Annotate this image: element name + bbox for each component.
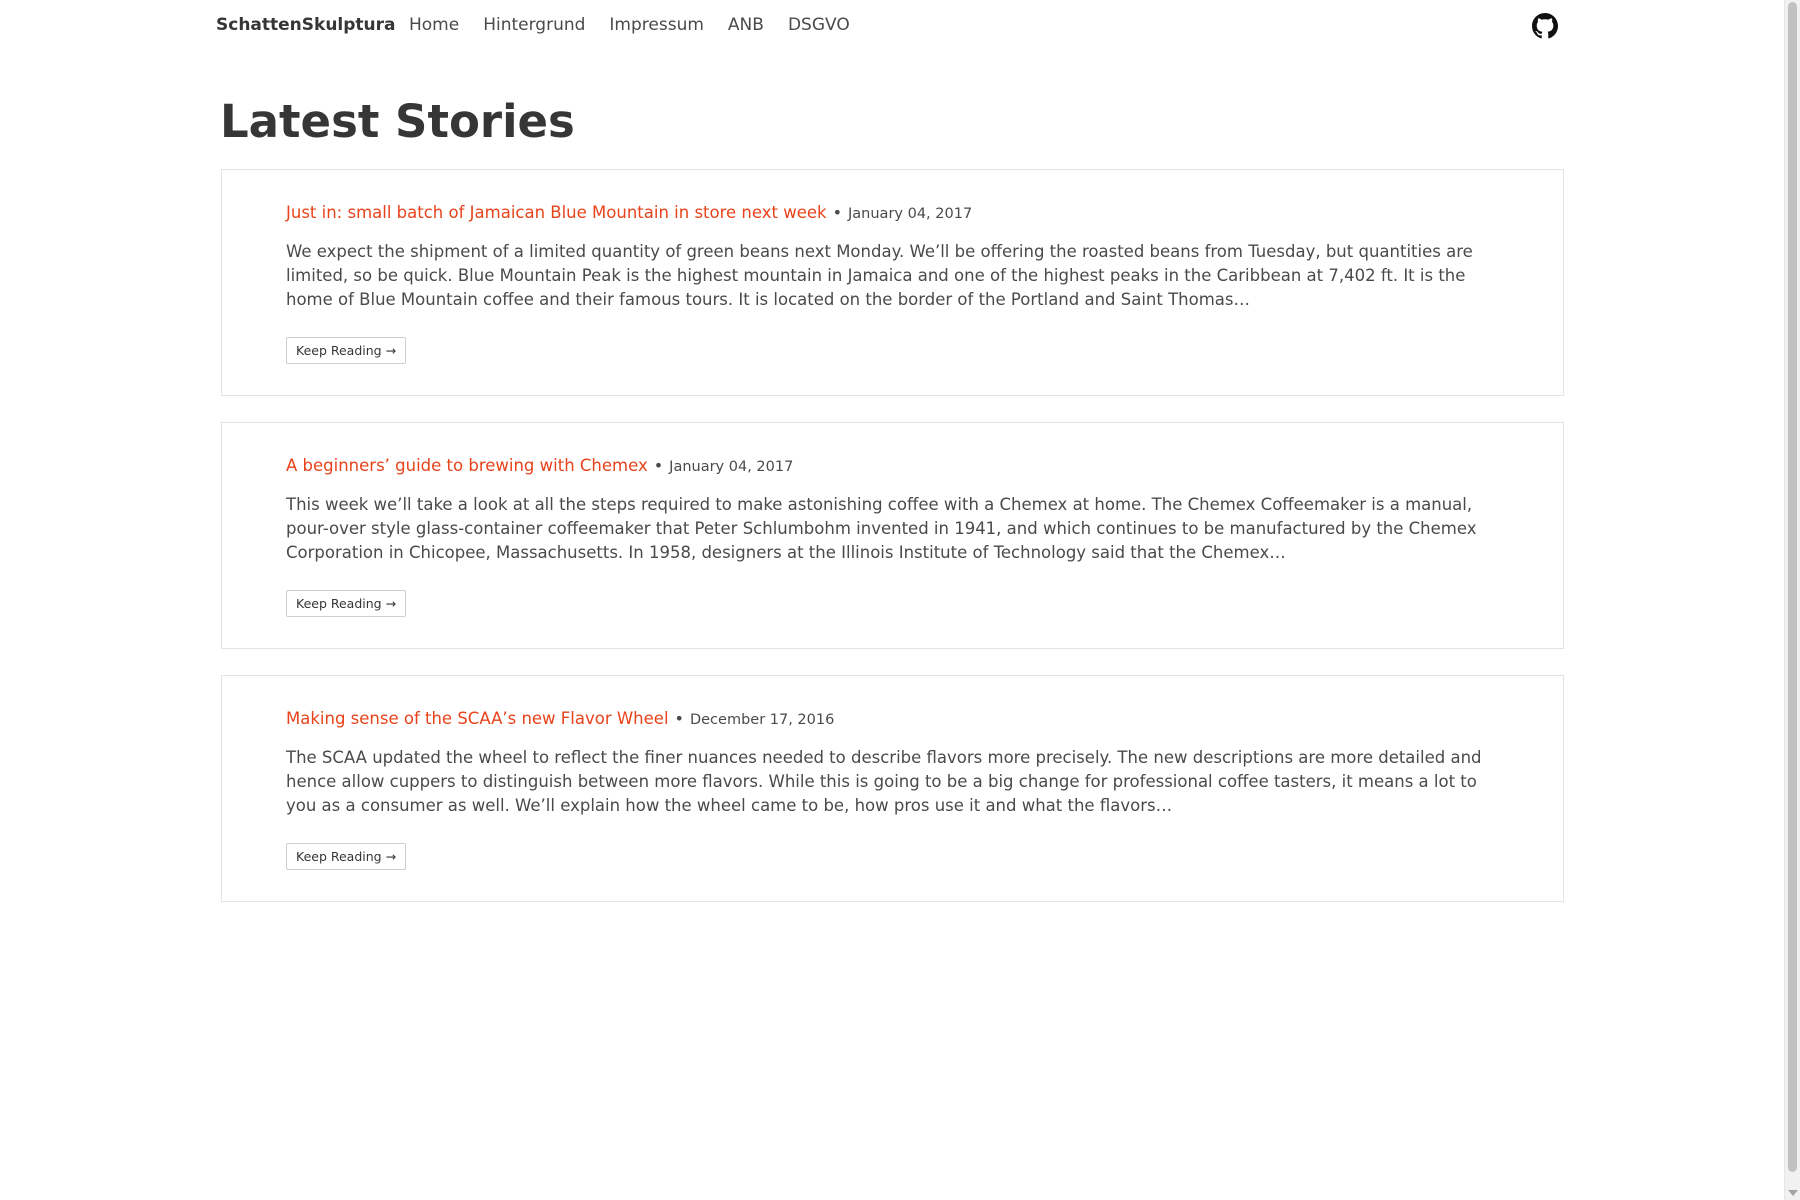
post-title-link[interactable]: Making sense of the SCAA’s new Flavor Wh… (286, 709, 669, 728)
post-date: January 04, 2017 (669, 459, 794, 475)
post-header: Making sense of the SCAA’s new Flavor Wh… (286, 708, 834, 731)
nav-item-impressum[interactable]: Impressum (609, 14, 704, 36)
post-excerpt: We expect the shipment of a limited quan… (286, 242, 1473, 309)
separator: • (674, 709, 684, 728)
separator: • (832, 203, 843, 222)
keep-reading-button[interactable]: Keep Reading → (286, 590, 407, 617)
post-date: December 17, 2016 (689, 712, 835, 728)
keep-reading-button[interactable]: Keep Reading → (286, 843, 407, 870)
post-title-link[interactable]: A beginners’ guide to brewing with Cheme… (286, 456, 648, 475)
keep-reading-button[interactable]: Keep Reading → (286, 337, 407, 364)
post-card: Making sense of the SCAA’s new Flavor Wh… (221, 675, 1564, 902)
page-title: Latest Stories (220, 95, 575, 148)
nav-item-anb[interactable]: ANB (728, 14, 764, 36)
nav-menu: Home Hintergrund Impressum ANB DSGVO (409, 14, 874, 36)
post-excerpt: The SCAA updated the wheel to reflect th… (286, 748, 1482, 815)
post-title-link[interactable]: Just in: small batch of Jamaican Blue Mo… (286, 203, 827, 222)
post-excerpt: This week we’ll take a look at all the s… (286, 495, 1477, 562)
post-header: A beginners’ guide to brewing with Cheme… (286, 455, 793, 478)
nav-item-dsgvo[interactable]: DSGVO (788, 14, 850, 36)
nav-item-hintergrund[interactable]: Hintergrund (483, 14, 585, 36)
post-header: Just in: small batch of Jamaican Blue Mo… (286, 202, 972, 225)
scrollbar-thumb[interactable] (1788, 2, 1797, 1172)
separator: • (653, 456, 664, 475)
scroll-down-arrow-icon[interactable] (1788, 1190, 1798, 1196)
navbar: SchattenSkulptura Home Hintergrund Impre… (0, 0, 1784, 52)
nav-item-home[interactable]: Home (409, 14, 459, 36)
post-card: Just in: small batch of Jamaican Blue Mo… (221, 169, 1564, 396)
post-date: January 04, 2017 (848, 206, 973, 222)
page: SchattenSkulptura Home Hintergrund Impre… (0, 0, 1784, 1200)
brand-link[interactable]: SchattenSkulptura (216, 14, 396, 36)
vertical-scrollbar[interactable] (1784, 0, 1800, 1200)
github-icon[interactable] (1532, 13, 1558, 39)
post-card: A beginners’ guide to brewing with Cheme… (221, 422, 1564, 649)
